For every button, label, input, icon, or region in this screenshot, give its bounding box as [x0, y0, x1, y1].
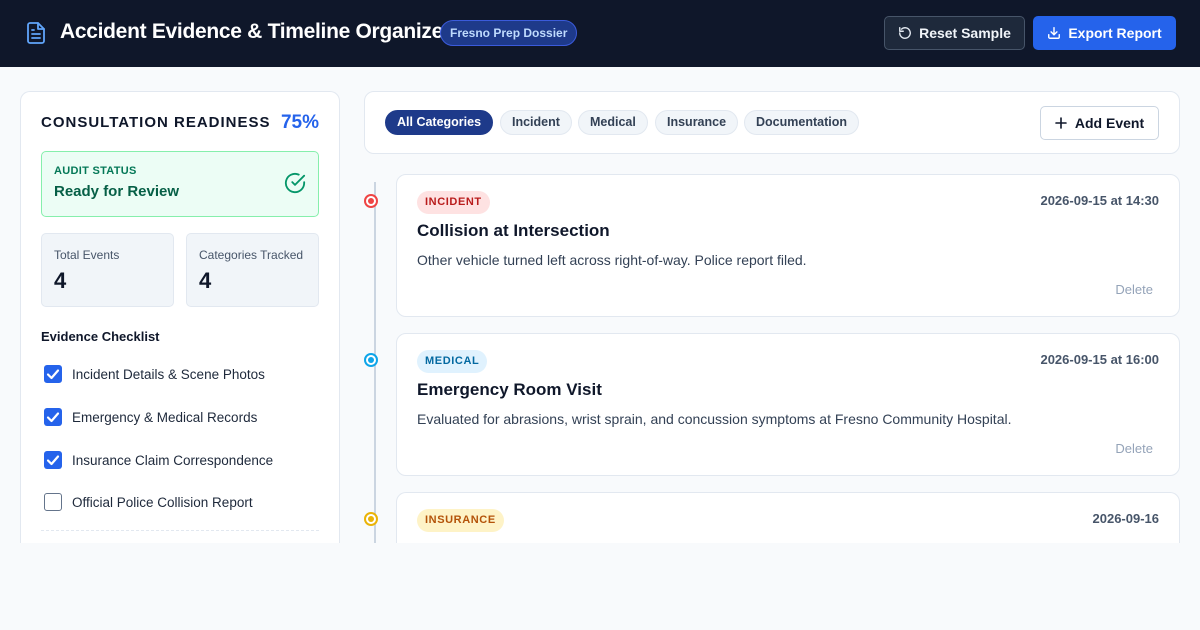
- app-header: Accident Evidence & Timeline Organizer F…: [0, 0, 1200, 67]
- check-circle-icon: [284, 172, 306, 194]
- stat-value: 4: [199, 268, 212, 293]
- checklist-item[interactable]: Incident Details & Scene Photos: [44, 364, 265, 384]
- checklist-item-label: Emergency & Medical Records: [72, 409, 258, 425]
- filter-chip-incident[interactable]: Incident: [500, 110, 572, 135]
- checkbox-checked[interactable]: [44, 365, 62, 383]
- readiness-panel: CONSULTATION READINESS 75% AUDIT STATUS …: [20, 91, 340, 543]
- export-report-button[interactable]: Export Report: [1033, 16, 1176, 50]
- checkbox-checked[interactable]: [44, 451, 62, 469]
- event-title: Emergency Room Visit: [417, 380, 602, 399]
- download-icon: [1048, 27, 1061, 39]
- dossier-badge: Fresno Prep Dossier: [440, 20, 578, 46]
- checklist-item-label: Insurance Claim Correspondence: [72, 452, 274, 468]
- checkmark-icon: [46, 369, 60, 380]
- event-timestamp: 2026-09-15 at 14:30: [1040, 193, 1159, 208]
- export-report-label: Export Report: [1068, 25, 1162, 41]
- filter-chip-all-categories[interactable]: All Categories: [385, 110, 494, 135]
- stat-label: Total Events: [54, 248, 120, 262]
- reset-sample-button[interactable]: Reset Sample: [884, 16, 1025, 50]
- event-timestamp: 2026-09-16: [1092, 511, 1160, 526]
- checklist-item-label: Incident Details & Scene Photos: [72, 366, 265, 382]
- checklist-item-label: Official Police Collision Report: [72, 494, 253, 510]
- plus-icon: [1055, 117, 1067, 129]
- audit-status-box: AUDIT STATUS Ready for Review: [41, 151, 319, 217]
- category-filter-bar: All Categories Incident Medical Insuranc…: [364, 91, 1180, 154]
- stat-value: 4: [54, 268, 67, 293]
- checkbox-checked[interactable]: [44, 408, 62, 426]
- checklist-item[interactable]: Insurance Claim Correspondence: [44, 450, 273, 470]
- checklist-title: Evidence Checklist: [41, 329, 160, 344]
- reset-icon: [899, 27, 911, 39]
- app-title: Accident Evidence & Timeline Organizer: [60, 20, 451, 43]
- timeline-dot-insurance: [364, 512, 378, 526]
- delete-event-button[interactable]: Delete: [1115, 282, 1153, 297]
- timeline-dot-incident: [364, 194, 378, 208]
- filter-chip-medical[interactable]: Medical: [578, 110, 648, 135]
- audit-status-label: AUDIT STATUS: [54, 165, 137, 177]
- category-tag-insurance: INSURANCE: [417, 509, 504, 532]
- delete-event-button[interactable]: Delete: [1115, 441, 1153, 456]
- add-event-button[interactable]: Add Event: [1040, 106, 1159, 140]
- stat-label: Categories Tracked: [199, 248, 304, 262]
- event-description: Evaluated for abrasions, wrist sprain, a…: [417, 411, 1012, 427]
- document-icon: [27, 22, 45, 44]
- event-title: Collision at Intersection: [417, 221, 610, 240]
- checkmark-icon: [46, 412, 60, 423]
- checklist-item[interactable]: Official Police Collision Report: [44, 492, 253, 512]
- event-timestamp: 2026-09-15 at 16:00: [1040, 352, 1159, 367]
- add-event-label: Add Event: [1074, 115, 1145, 131]
- event-card: MEDICAL 2026-09-15 at 16:00 Emergency Ro…: [396, 333, 1180, 476]
- category-tag-medical: MEDICAL: [417, 350, 488, 373]
- audit-status-value: Ready for Review: [54, 183, 180, 200]
- checkmark-icon: [46, 455, 60, 466]
- readiness-title: CONSULTATION READINESS: [41, 114, 271, 131]
- checkbox-unchecked[interactable]: [44, 493, 62, 511]
- categories-tracked-stat: Categories Tracked 4: [186, 233, 319, 307]
- event-description: Other vehicle turned left across right-o…: [417, 252, 807, 268]
- category-tag-incident: INCIDENT: [417, 191, 490, 214]
- section-divider: [41, 530, 319, 531]
- event-card: INCIDENT 2026-09-15 at 14:30 Collision a…: [396, 174, 1180, 317]
- event-card: INSURANCE 2026-09-16: [396, 492, 1180, 543]
- reset-sample-label: Reset Sample: [919, 25, 1011, 41]
- timeline-dot-medical: [364, 353, 378, 367]
- checklist-item[interactable]: Emergency & Medical Records: [44, 407, 257, 427]
- total-events-stat: Total Events 4: [41, 233, 174, 307]
- filter-chip-insurance[interactable]: Insurance: [655, 110, 739, 135]
- filter-chip-documentation[interactable]: Documentation: [744, 110, 859, 135]
- readiness-percent: 75%: [280, 112, 319, 133]
